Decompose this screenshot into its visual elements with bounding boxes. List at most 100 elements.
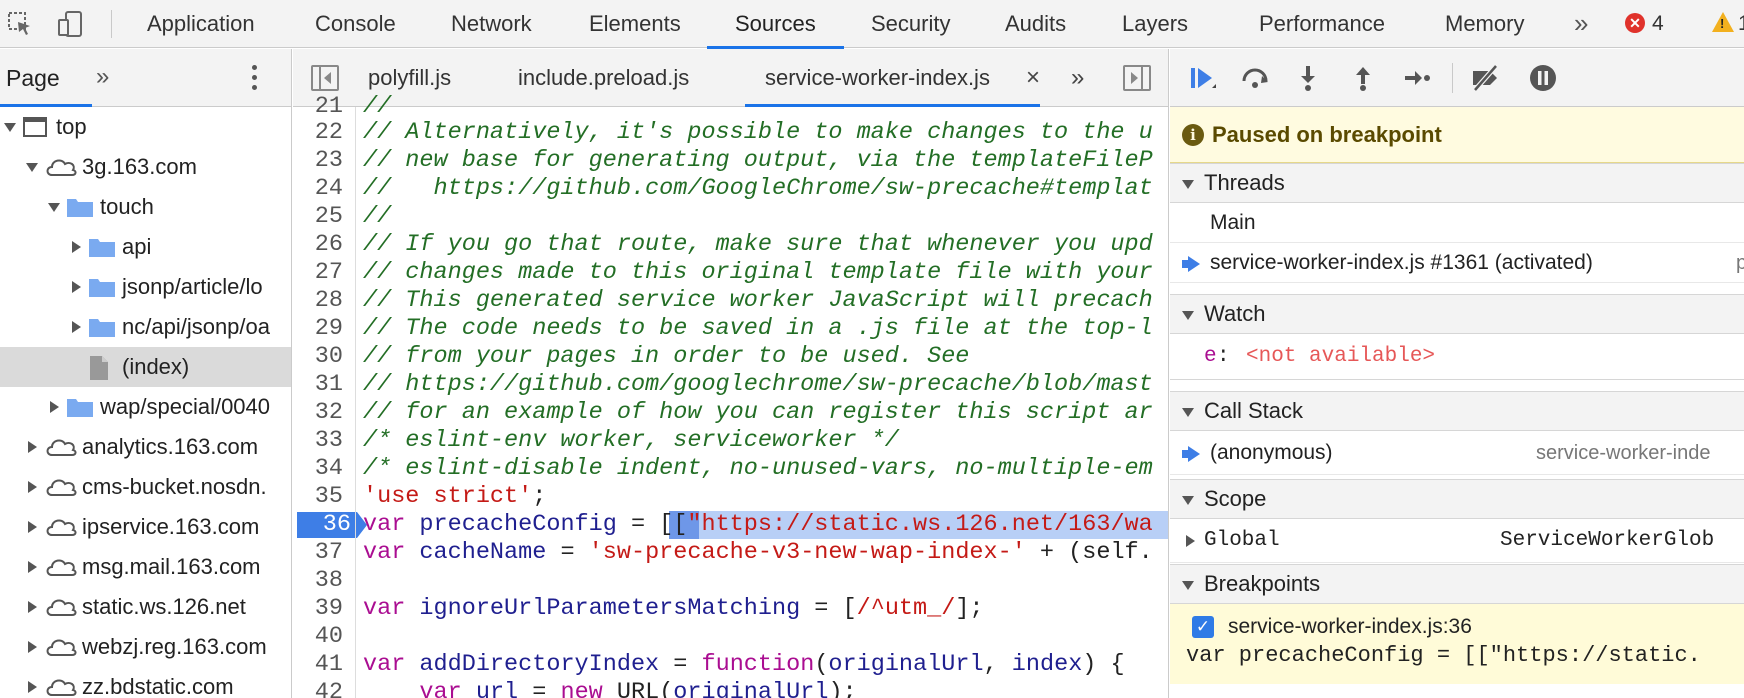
tree-item[interactable]: (index) [0,347,291,387]
device-toolbar-icon[interactable] [56,10,84,38]
code-line[interactable]: 40 [293,623,1168,651]
expand-arrow-icon[interactable] [28,681,37,693]
tree-item[interactable]: zz.bdstatic.com [0,667,291,698]
watch-expression[interactable]: e : <not available> [1170,334,1744,380]
expand-arrow-icon[interactable] [50,401,59,413]
tree-item[interactable]: touch [0,187,291,227]
code-line[interactable]: 23 // new base for generating output, via… [293,147,1168,175]
tab-memory[interactable]: Memory [1445,0,1524,48]
tree-item[interactable]: webzj.reg.163.com [0,627,291,667]
code-line[interactable]: 27 // changes made to this original templ… [293,259,1168,287]
collapse-arrow-icon[interactable] [26,163,38,172]
line-number[interactable]: 42 [293,679,343,698]
expand-arrow-icon[interactable] [28,561,37,573]
tab-console[interactable]: Console [315,0,396,48]
code-line[interactable]: 39 var ignoreUrlParametersMatching = [/^u… [293,595,1168,623]
tab-sources[interactable]: Sources [707,0,844,49]
code-line[interactable]: 38 [293,567,1168,595]
line-number[interactable]: 41 [293,651,343,679]
tree-item[interactable]: analytics.163.com [0,427,291,467]
line-number[interactable]: 26 [293,231,343,259]
tree-item[interactable]: static.ws.126.net [0,587,291,627]
tab-network[interactable]: Network [451,0,532,48]
more-tabs-button[interactable]: » [1574,0,1588,48]
code-line[interactable]: 37 var cacheName = 'sw-precache-v3-new-wa… [293,539,1168,567]
breakpoint-checkbox[interactable]: ✓ [1192,616,1214,638]
expand-arrow-icon[interactable] [28,601,37,613]
tree-item[interactable]: api [0,227,291,267]
line-number[interactable]: 33 [293,427,343,455]
breakpoint-marker[interactable]: 36 [297,511,367,538]
warning-count[interactable]: 1 [1738,0,1744,48]
threads-section-header[interactable]: Threads [1170,163,1744,203]
tree-item[interactable]: ipservice.163.com [0,507,291,547]
line-number[interactable]: 22 [293,119,343,147]
collapse-arrow-icon[interactable] [4,123,16,132]
tab-elements[interactable]: Elements [589,0,681,48]
expand-arrow-icon[interactable] [28,441,37,453]
expand-arrow-icon[interactable] [28,481,37,493]
warning-icon[interactable]: ! [1712,12,1734,32]
editor-tab-service-worker-index[interactable]: service-worker-index.js [745,49,1040,107]
code-line[interactable]: 36 var precacheConfig = [["https://static… [293,511,1168,539]
code-line[interactable]: 25 // [293,203,1168,231]
line-number[interactable]: 24 [293,175,343,203]
tree-item[interactable]: cms-bucket.nosdn. [0,467,291,507]
tab-page[interactable]: Page [0,49,92,107]
code-line[interactable]: 21// [293,95,1168,119]
line-number[interactable]: 32 [293,399,343,427]
code-line[interactable]: 35 'use strict'; [293,483,1168,511]
tree-item[interactable]: nc/api/jsonp/oa [0,307,291,347]
line-number[interactable]: 39 [293,595,343,623]
more-navigator-tabs-button[interactable]: » [96,49,109,105]
error-icon[interactable]: ✕ [1625,13,1645,33]
tree-item[interactable]: wap/special/0040 [0,387,291,427]
tab-application[interactable]: Application [147,0,255,48]
call-frame[interactable]: (anonymous) service-worker-inde [1170,431,1744,475]
line-number[interactable]: 34 [293,455,343,483]
code-line[interactable]: 31 // https://github.com/googlechrome/sw-… [293,371,1168,399]
code-line[interactable]: 33 /* eslint-env worker, serviceworker */ [293,427,1168,455]
step-over-icon[interactable] [1240,63,1270,93]
line-number[interactable]: 37 [293,539,343,567]
code-lines[interactable]: 21//22 // Alternatively, it's possible to… [293,95,1168,698]
thread-item-main[interactable]: Main [1170,203,1744,243]
toggle-debugger-icon[interactable] [1123,65,1151,91]
line-number[interactable]: 40 [293,623,343,651]
line-number[interactable]: 38 [293,567,343,595]
code-line[interactable]: 26 // If you go that route, make sure tha… [293,231,1168,259]
call-stack-section-header[interactable]: Call Stack [1170,391,1744,431]
expand-arrow-icon[interactable] [72,321,81,333]
line-number[interactable]: 28 [293,287,343,315]
tree-item[interactable]: top [0,107,291,147]
step-icon[interactable] [1402,63,1432,93]
line-number[interactable]: 23 [293,147,343,175]
expand-arrow-icon[interactable] [1186,535,1195,547]
inspect-element-icon[interactable] [6,10,34,38]
scope-item-global[interactable]: Global ServiceWorkerGlob [1170,519,1744,563]
tab-audits[interactable]: Audits [1005,0,1066,48]
code-line[interactable]: 28 // This generated service worker JavaS… [293,287,1168,315]
line-number[interactable]: 29 [293,315,343,343]
line-number[interactable]: 35 [293,483,343,511]
expand-arrow-icon[interactable] [72,241,81,253]
step-into-icon[interactable] [1293,63,1323,93]
code-line[interactable]: 22 // Alternatively, it's possible to mak… [293,119,1168,147]
tree-item[interactable]: msg.mail.163.com [0,547,291,587]
tab-security[interactable]: Security [871,0,950,48]
collapse-arrow-icon[interactable] [48,203,60,212]
line-number[interactable]: 25 [293,203,343,231]
tree-item[interactable]: jsonp/article/lo [0,267,291,307]
code-line[interactable]: 32 // for an example of how you can regis… [293,399,1168,427]
close-tab-icon[interactable]: × [1026,49,1040,107]
step-out-icon[interactable] [1348,63,1378,93]
watch-section-header[interactable]: Watch [1170,294,1744,334]
expand-arrow-icon[interactable] [28,641,37,653]
call-frame-location[interactable]: service-worker-inde [1536,431,1711,474]
line-number[interactable]: 31 [293,371,343,399]
line-number[interactable]: 30 [293,343,343,371]
code-line[interactable]: 42 var url = new URL(originalUrl); [293,679,1168,698]
deactivate-breakpoints-icon[interactable] [1470,63,1500,93]
tab-layers[interactable]: Layers [1122,0,1188,48]
code-line[interactable]: 41 var addDirectoryIndex = function(origi… [293,651,1168,679]
